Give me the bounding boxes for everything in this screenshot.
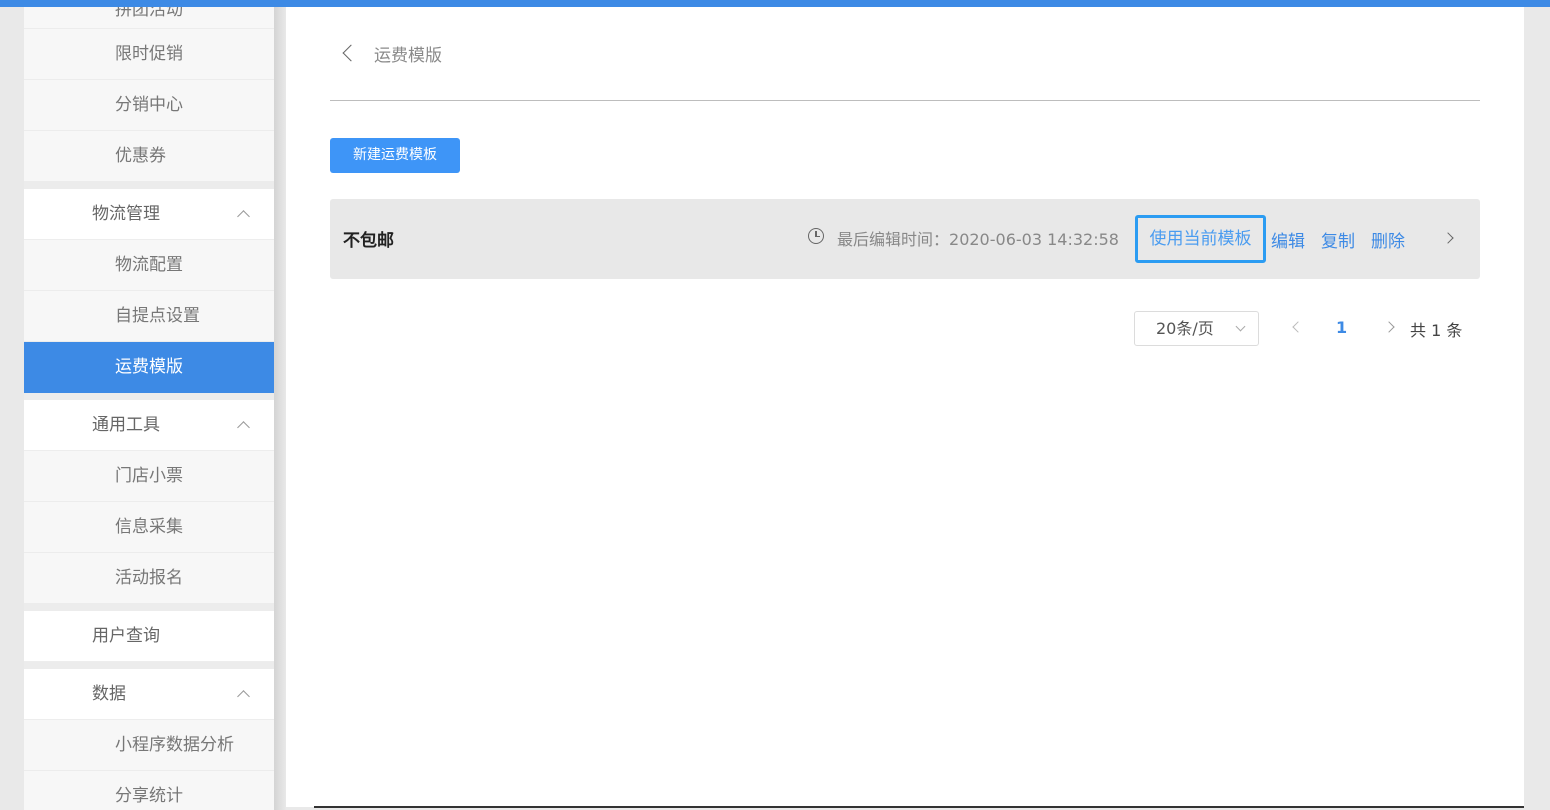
top-accent-bar — [0, 0, 1550, 7]
sidebar-item-label: 拼团活动 — [115, 7, 183, 20]
next-page-icon[interactable] — [1383, 321, 1395, 333]
clock-icon — [808, 228, 824, 244]
page-size-value: 20条/页 — [1156, 319, 1214, 338]
page-number[interactable]: 1 — [1336, 318, 1347, 337]
prev-page-icon[interactable] — [1292, 321, 1304, 333]
total-count: 共 1 条 — [1410, 321, 1463, 340]
sidebar-item-shipping-templates[interactable]: 运费模版 — [24, 342, 274, 393]
sidebar-group-label: 数据 — [92, 683, 126, 704]
sidebar-item-logistics-config[interactable]: 物流配置 — [24, 240, 274, 291]
sidebar-group-logistics[interactable]: 物流管理 — [24, 189, 274, 240]
template-list-item[interactable]: 不包邮 最后编辑时间：2020-06-03 14:32:58 使用当前模板 编辑… — [330, 199, 1480, 279]
sidebar-item-miniapp-analytics[interactable]: 小程序数据分析 — [24, 720, 274, 771]
chevron-right-icon[interactable] — [1442, 232, 1454, 244]
new-shipping-template-button[interactable]: 新建运费模板 — [330, 138, 460, 173]
main-panel: 运费模版 新建运费模板 不包邮 最后编辑时间：2020-06-03 14:32:… — [286, 7, 1524, 807]
edit-link[interactable]: 编辑 — [1271, 227, 1305, 252]
sidebar-item-info-collection[interactable]: 信息采集 — [24, 502, 274, 553]
sidebar-item-distribution-center[interactable]: 分销中心 — [24, 80, 274, 131]
sidebar-divider — [24, 662, 274, 669]
chevron-up-icon — [237, 690, 250, 703]
sidebar-group-tools[interactable]: 通用工具 — [24, 400, 274, 451]
sidebar-item-store-receipt[interactable]: 门店小票 — [24, 451, 274, 502]
last-edit-label: 最后编辑时间： — [837, 230, 950, 249]
sidebar-item-event-signup[interactable]: 活动报名 — [24, 553, 274, 604]
last-edit-value: 2020-06-03 14:32:58 — [949, 230, 1119, 249]
sidebar-group-label: 用户查询 — [92, 625, 160, 646]
page-size-select[interactable]: 20条/页 — [1134, 311, 1259, 346]
bottom-scroll-edge — [314, 806, 1524, 808]
breadcrumb: 运费模版 — [374, 46, 442, 66]
chevron-up-icon — [237, 421, 250, 434]
back-arrow-icon[interactable] — [342, 44, 360, 62]
sidebar-group-data[interactable]: 数据 — [24, 669, 274, 720]
chevron-up-icon — [237, 210, 250, 223]
copy-link[interactable]: 复制 — [1321, 227, 1355, 252]
header-divider — [330, 100, 1480, 101]
sidebar-item-group-buy[interactable]: 拼团活动 — [24, 7, 274, 29]
sidebar-item-coupons[interactable]: 优惠券 — [24, 131, 274, 182]
delete-link[interactable]: 删除 — [1371, 227, 1405, 252]
sidebar-group-label: 物流管理 — [92, 203, 160, 224]
sidebar: 拼团活动 限时促销 分销中心 优惠券 物流管理 物流配置 自提点设置 运费模版 … — [24, 7, 274, 810]
sidebar-item-flash-sale[interactable]: 限时促销 — [24, 29, 274, 80]
use-current-template-button[interactable]: 使用当前模板 — [1135, 215, 1266, 263]
sidebar-item-share-stats[interactable]: 分享统计 — [24, 771, 274, 810]
sidebar-item-pickup-points[interactable]: 自提点设置 — [24, 291, 274, 342]
sidebar-item-user-query[interactable]: 用户查询 — [24, 611, 274, 662]
sidebar-shadow — [274, 7, 286, 810]
sidebar-group-label: 通用工具 — [92, 414, 160, 435]
chevron-down-icon — [1235, 321, 1246, 332]
template-name: 不包邮 — [343, 231, 394, 251]
last-edit-time: 最后编辑时间：2020-06-03 14:32:58 — [837, 226, 1119, 250]
